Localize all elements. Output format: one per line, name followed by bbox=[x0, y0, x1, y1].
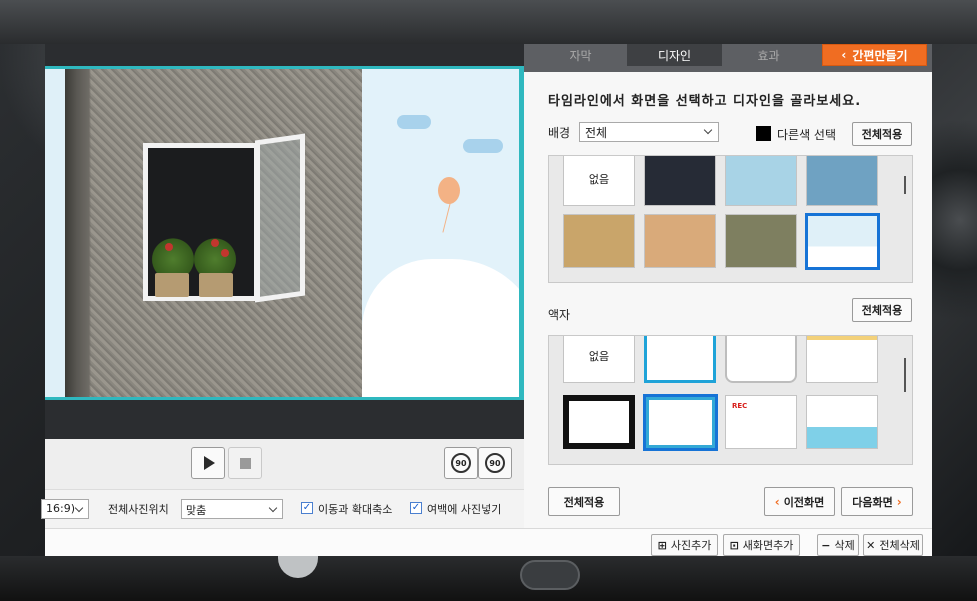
cloud-bottom bbox=[362, 259, 519, 397]
tab-design[interactable]: 디자인 bbox=[627, 44, 722, 66]
play-button[interactable] bbox=[191, 447, 225, 479]
rotate-right-icon: 90 bbox=[485, 453, 505, 473]
stop-button[interactable] bbox=[228, 447, 262, 479]
bg-thumb-tan[interactable] bbox=[644, 214, 716, 268]
tab-effect[interactable]: 효과 bbox=[722, 44, 815, 66]
play-icon bbox=[204, 456, 215, 470]
quick-make-button[interactable]: ‹ 간편만들기 bbox=[822, 44, 927, 66]
tab-subtitle[interactable]: 자막 bbox=[534, 44, 627, 66]
photo-position-label: 전체사진위치 bbox=[108, 503, 169, 516]
add-photo-button[interactable]: ⊞ 사진추가 bbox=[651, 534, 718, 556]
rec-label: REC bbox=[732, 402, 748, 410]
chevron-right-icon: › bbox=[896, 494, 902, 509]
ratio-select[interactable]: 16:9) bbox=[41, 499, 89, 519]
frame-thumb-bunting[interactable] bbox=[806, 336, 878, 383]
stop-icon bbox=[239, 457, 251, 469]
fill-margin-checkbox[interactable]: ✓ bbox=[410, 502, 422, 514]
frame-thumbnail-grid: 없음 REC bbox=[548, 335, 913, 465]
preview-canvas[interactable] bbox=[45, 69, 519, 397]
frame-label: 액자 bbox=[548, 308, 571, 322]
photo-plant bbox=[193, 233, 237, 277]
bg-thumb-old-map[interactable] bbox=[563, 214, 635, 268]
add-photo-icon: ⊞ bbox=[657, 538, 667, 552]
chevron-down-icon bbox=[74, 503, 84, 513]
bg-thumb-steel-blue[interactable] bbox=[806, 156, 878, 206]
photo-pot bbox=[199, 273, 233, 297]
bg-thumb-olive[interactable] bbox=[725, 214, 797, 268]
scrollbar-thumb[interactable] bbox=[904, 358, 906, 392]
cloud-icon bbox=[397, 115, 431, 129]
rotate-left-button[interactable]: 90 bbox=[444, 447, 478, 479]
preview-photo bbox=[65, 69, 362, 397]
desktop-bottom-area bbox=[0, 556, 977, 601]
desktop-top-area bbox=[0, 0, 977, 44]
add-scene-icon: ⊡ bbox=[729, 538, 739, 552]
delete-button[interactable]: − 삭제 bbox=[817, 534, 859, 556]
color-swatch[interactable] bbox=[756, 126, 771, 141]
background-label: 배경 bbox=[548, 126, 571, 140]
chevron-down-icon bbox=[703, 125, 713, 135]
background-select[interactable]: 전체 bbox=[579, 122, 719, 142]
frame-thumb-none[interactable]: 없음 bbox=[563, 336, 635, 383]
next-screen-label: 다음화면 bbox=[852, 495, 893, 509]
photo-pot bbox=[155, 273, 189, 297]
chevron-down-icon bbox=[268, 503, 278, 513]
minus-icon: − bbox=[821, 538, 831, 552]
next-screen-button[interactable]: 다음화면 › bbox=[841, 487, 913, 516]
delete-all-button[interactable]: ✕ 전체삭제 bbox=[863, 534, 923, 556]
chevron-left-icon: ‹ bbox=[841, 48, 847, 62]
instruction-text: 타임라인에서 화면을 선택하고 디자인을 골라보세요. bbox=[548, 94, 862, 109]
frame-thumb-rounded[interactable] bbox=[725, 336, 797, 383]
bg-thumb-dark-navy[interactable] bbox=[644, 156, 716, 206]
frame-thumb-film[interactable] bbox=[563, 395, 635, 449]
tab-bar: 자막 디자인 효과 ‹ 간편만들기 bbox=[524, 44, 932, 72]
photo-plant bbox=[151, 233, 195, 277]
quick-make-label: 간편만들기 bbox=[852, 48, 908, 63]
rotate-left-icon: 90 bbox=[451, 453, 471, 473]
prev-screen-button[interactable]: ‹ 이전화면 bbox=[764, 487, 835, 516]
frame-thumb-blue-border[interactable] bbox=[644, 336, 716, 383]
playback-controls: 90 90 bbox=[45, 439, 524, 489]
bg-thumb-sky-cloud[interactable] bbox=[805, 213, 880, 270]
add-scene-label: 새화면추가 bbox=[742, 539, 794, 552]
delete-label: 삭제 bbox=[834, 539, 855, 552]
cloud-icon bbox=[463, 139, 503, 153]
preview-frame bbox=[45, 66, 524, 400]
photo-options-bar: 16:9) 전체사진위치 맞춤 ✓ 이동과 확대축소 ✓ 여백에 사진넣기 bbox=[41, 489, 524, 528]
other-color-label[interactable]: 다른색 선택 bbox=[777, 126, 836, 143]
apply-all-button[interactable]: 전체적용 bbox=[548, 487, 620, 516]
rotate-right-button[interactable]: 90 bbox=[478, 447, 512, 479]
frame-thumb-whale[interactable] bbox=[806, 395, 878, 449]
frame-thumb-blue-double[interactable] bbox=[643, 394, 718, 451]
app-window: 90 90 16:9) 전체사진위치 맞춤 ✓ 이동과 확대축소 ✓ 여백에 사… bbox=[41, 44, 932, 556]
camera-dial-decor bbox=[520, 560, 580, 590]
bg-thumb-light-blue[interactable] bbox=[725, 156, 797, 206]
bottom-toolbar: ⊞ 사진추가 ⊡ 새화면추가 − 삭제 ✕ 전체삭제 bbox=[45, 528, 932, 556]
photo-position-select[interactable]: 맞춤 bbox=[181, 499, 283, 519]
frame-apply-all-button[interactable]: 전체적용 bbox=[852, 298, 912, 322]
background-thumbnail-grid: 없음 bbox=[548, 155, 913, 283]
prev-screen-label: 이전화면 bbox=[783, 495, 825, 509]
ratio-select-value: 16:9) bbox=[46, 502, 75, 515]
close-icon: ✕ bbox=[866, 538, 876, 552]
chevron-left-icon: ‹ bbox=[774, 494, 780, 509]
add-scene-button[interactable]: ⊡ 새화면추가 bbox=[723, 534, 800, 556]
bg-thumb-none[interactable]: 없음 bbox=[563, 156, 635, 206]
frame-thumb-rec[interactable]: REC bbox=[725, 395, 797, 449]
background-select-value: 전체 bbox=[585, 126, 608, 140]
move-zoom-checkbox[interactable]: ✓ bbox=[301, 502, 313, 514]
preview-pane: 90 90 16:9) 전체사진위치 맞춤 ✓ 이동과 확대축소 ✓ 여백에 사… bbox=[41, 44, 524, 528]
background-apply-all-button[interactable]: 전체적용 bbox=[852, 122, 912, 146]
photo-position-value: 맞춤 bbox=[186, 504, 207, 517]
add-photo-label: 사진추가 bbox=[670, 539, 712, 552]
design-panel: 자막 디자인 효과 ‹ 간편만들기 타임라인에서 화면을 선택하고 디자인을 골… bbox=[524, 44, 932, 528]
move-zoom-label: 이동과 확대축소 bbox=[318, 503, 393, 516]
apply-all-label: 전체적용 bbox=[563, 495, 605, 509]
balloon-icon bbox=[438, 177, 460, 204]
camera-knob-decor bbox=[278, 556, 318, 578]
fill-margin-label: 여백에 사진넣기 bbox=[427, 503, 502, 516]
photo-shutter bbox=[255, 133, 305, 303]
delete-all-label: 전체삭제 bbox=[879, 539, 920, 552]
scrollbar-thumb[interactable] bbox=[904, 176, 906, 194]
